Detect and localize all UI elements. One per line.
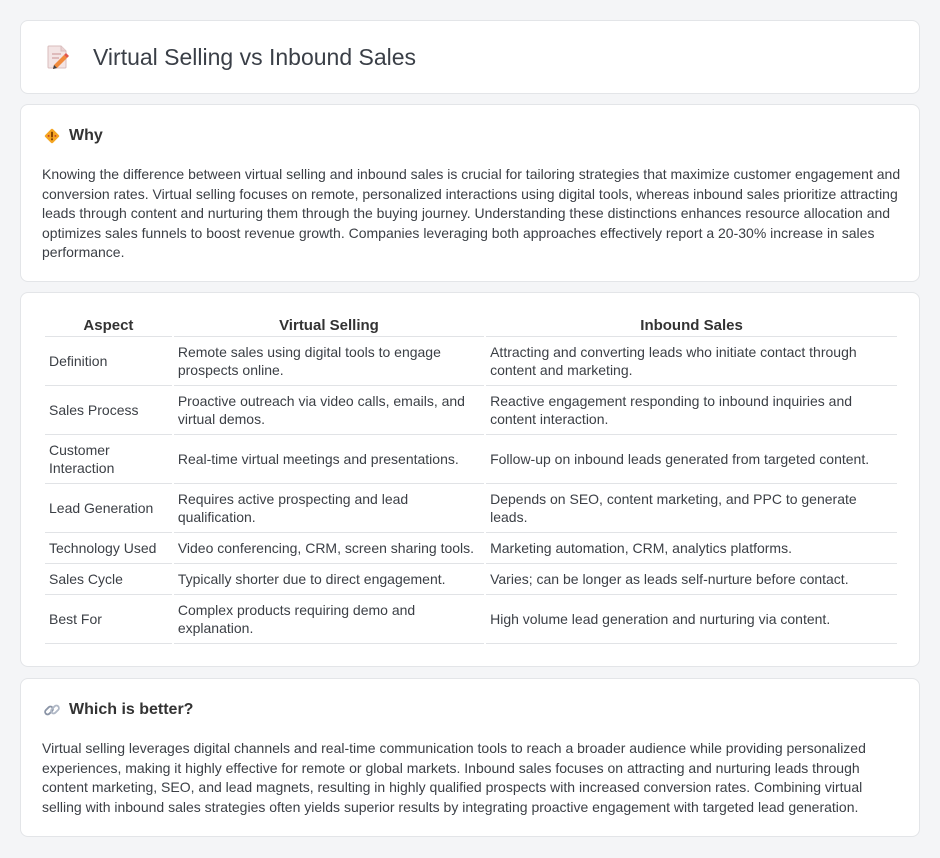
which-is-better-section: Which is better? Virtual selling leverag… bbox=[20, 678, 920, 837]
table-row: Sales Cycle Typically shorter due to dir… bbox=[45, 564, 897, 595]
comparison-section: Aspect Virtual Selling Inbound Sales Def… bbox=[20, 292, 920, 667]
aspect-cell: Lead Generation bbox=[45, 484, 172, 533]
aspect-cell: Definition bbox=[45, 337, 172, 386]
aspect-cell: Sales Process bbox=[45, 386, 172, 435]
virtual-selling-cell: Video conferencing, CRM, screen sharing … bbox=[173, 533, 485, 564]
inbound-sales-cell: Reactive engagement responding to inboun… bbox=[486, 386, 897, 435]
page-title: Virtual Selling vs Inbound Sales bbox=[93, 43, 417, 70]
why-text: Knowing the difference between virtual s… bbox=[42, 166, 901, 261]
inbound-sales-cell: Depends on SEO, content marketing, and P… bbox=[486, 484, 897, 533]
inbound-sales-cell: High volume lead generation and nurturin… bbox=[486, 595, 897, 644]
why-heading-row: Why bbox=[43, 127, 103, 145]
table-row: Best For Complex products requiring demo… bbox=[45, 595, 897, 644]
aspect-cell: Customer Interaction bbox=[45, 435, 172, 484]
virtual-selling-cell: Proactive outreach via video calls, emai… bbox=[173, 386, 485, 435]
aspect-cell: Best For bbox=[45, 595, 172, 644]
table-row: Definition Remote sales using digital to… bbox=[45, 337, 897, 386]
why-section: Why Knowing the difference between virtu… bbox=[20, 104, 920, 282]
virtual-selling-cell: Real-time virtual meetings and presentat… bbox=[173, 435, 485, 484]
diamond-warning-icon bbox=[43, 127, 61, 145]
virtual-selling-cell: Typically shorter due to direct engageme… bbox=[173, 564, 485, 595]
virtual-selling-cell: Complex products requiring demo and expl… bbox=[173, 595, 485, 644]
link-icon bbox=[43, 701, 61, 719]
comparison-table: Aspect Virtual Selling Inbound Sales Def… bbox=[43, 315, 899, 644]
virtual-selling-cell: Requires active prospecting and lead qua… bbox=[173, 484, 485, 533]
column-header-virtual-selling: Virtual Selling bbox=[173, 315, 485, 337]
table-row: Sales Process Proactive outreach via vid… bbox=[45, 386, 897, 435]
table-row: Customer Interaction Real-time virtual m… bbox=[45, 435, 897, 484]
better-heading-row: Which is better? bbox=[43, 701, 193, 719]
table-header-row: Aspect Virtual Selling Inbound Sales bbox=[45, 315, 897, 337]
why-heading: Why bbox=[69, 127, 103, 144]
table-row: Technology Used Video conferencing, CRM,… bbox=[45, 533, 897, 564]
column-header-inbound-sales: Inbound Sales bbox=[486, 315, 897, 337]
aspect-cell: Technology Used bbox=[45, 533, 172, 564]
table-row: Lead Generation Requires active prospect… bbox=[45, 484, 897, 533]
inbound-sales-cell: Varies; can be longer as leads self-nurt… bbox=[486, 564, 897, 595]
inbound-sales-cell: Marketing automation, CRM, analytics pla… bbox=[486, 533, 897, 564]
aspect-cell: Sales Cycle bbox=[45, 564, 172, 595]
inbound-sales-cell: Attracting and converting leads who init… bbox=[486, 337, 897, 386]
inbound-sales-cell: Follow-up on inbound leads generated fro… bbox=[486, 435, 897, 484]
document-pencil-icon bbox=[45, 43, 71, 71]
better-heading: Which is better? bbox=[69, 701, 194, 718]
header-card: Virtual Selling vs Inbound Sales bbox=[20, 20, 920, 94]
better-text: Virtual selling leverages digital channe… bbox=[42, 740, 866, 815]
title-row: Virtual Selling vs Inbound Sales bbox=[45, 43, 416, 71]
column-header-aspect: Aspect bbox=[45, 315, 172, 337]
virtual-selling-cell: Remote sales using digital tools to enga… bbox=[173, 337, 485, 386]
